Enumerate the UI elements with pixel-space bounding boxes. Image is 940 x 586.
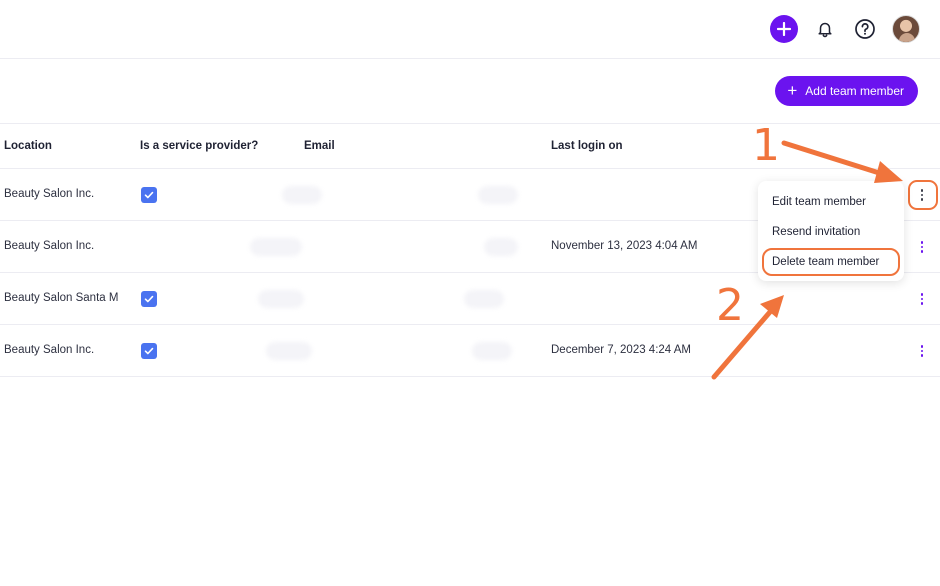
arrow-2 — [711, 295, 784, 380]
annotation-arrows — [711, 140, 903, 380]
arrow-1 — [781, 140, 903, 183]
